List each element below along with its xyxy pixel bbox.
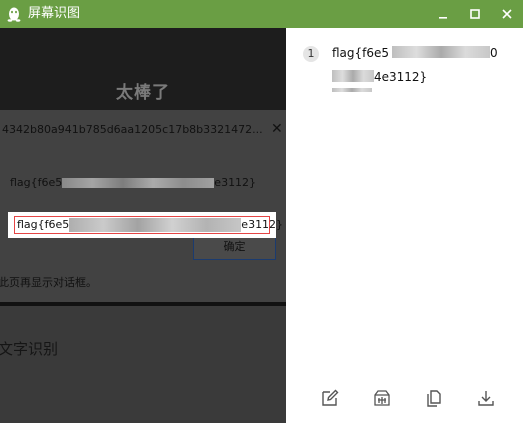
result-text-line-1-end: 0 xyxy=(490,46,498,60)
ocr-selection-text: flag{f6e5 e3112} xyxy=(17,218,283,232)
result-text-line-2[interactable]: 4e3112} xyxy=(374,70,427,84)
title-bar: 屏幕识图 xyxy=(0,0,523,28)
preview-dialog-note: 此页再显示对话框。 xyxy=(0,276,97,289)
preview-ocr-label: 文字识别 xyxy=(0,340,59,358)
redaction-blur xyxy=(332,70,374,82)
preview-hash-text: 4342b80a941b785d6aa1205c17b8b3321472... xyxy=(2,123,263,136)
preview-dialog-close-icon: ✕ xyxy=(271,121,283,137)
selection-flag-start: flag{f6e5 xyxy=(17,218,70,231)
preview-heading: 太棒了 xyxy=(116,83,170,103)
result-text-line-1[interactable]: flag{f6e5 xyxy=(332,46,389,60)
redaction-blur xyxy=(332,88,372,92)
window-title: 屏幕识图 xyxy=(28,6,81,21)
preview-top-region xyxy=(0,28,286,123)
maximize-icon[interactable] xyxy=(459,0,491,28)
result-flag-start: flag{f6e5 xyxy=(332,46,390,60)
preview-flag-start: flag{f6e5 xyxy=(10,176,63,189)
screen-recognition-window: 屏幕识图 太棒了 4342b80a941b785d6aa1205c17b8b33… xyxy=(0,0,523,423)
preview-bottom-region xyxy=(0,306,286,423)
redaction-blur xyxy=(392,46,490,58)
redaction-blur xyxy=(62,178,215,188)
preview-flag-end: e3112} xyxy=(214,176,257,189)
download-icon[interactable] xyxy=(474,386,498,410)
redaction-blur xyxy=(69,218,242,232)
minimize-icon[interactable] xyxy=(427,0,459,28)
qq-penguin-icon xyxy=(6,6,22,22)
translate-icon[interactable] xyxy=(370,386,394,410)
edit-icon[interactable] xyxy=(318,386,342,410)
close-icon[interactable] xyxy=(491,0,523,28)
copy-icon[interactable] xyxy=(422,386,446,410)
preview-flag-text: flag{f6e5 e3112} xyxy=(10,176,256,189)
window-controls xyxy=(427,0,523,28)
selection-flag-end: e3112} xyxy=(241,218,284,231)
result-index-badge: 1 xyxy=(303,46,319,62)
result-toolbar xyxy=(286,386,523,410)
recognition-result-panel xyxy=(286,28,523,423)
